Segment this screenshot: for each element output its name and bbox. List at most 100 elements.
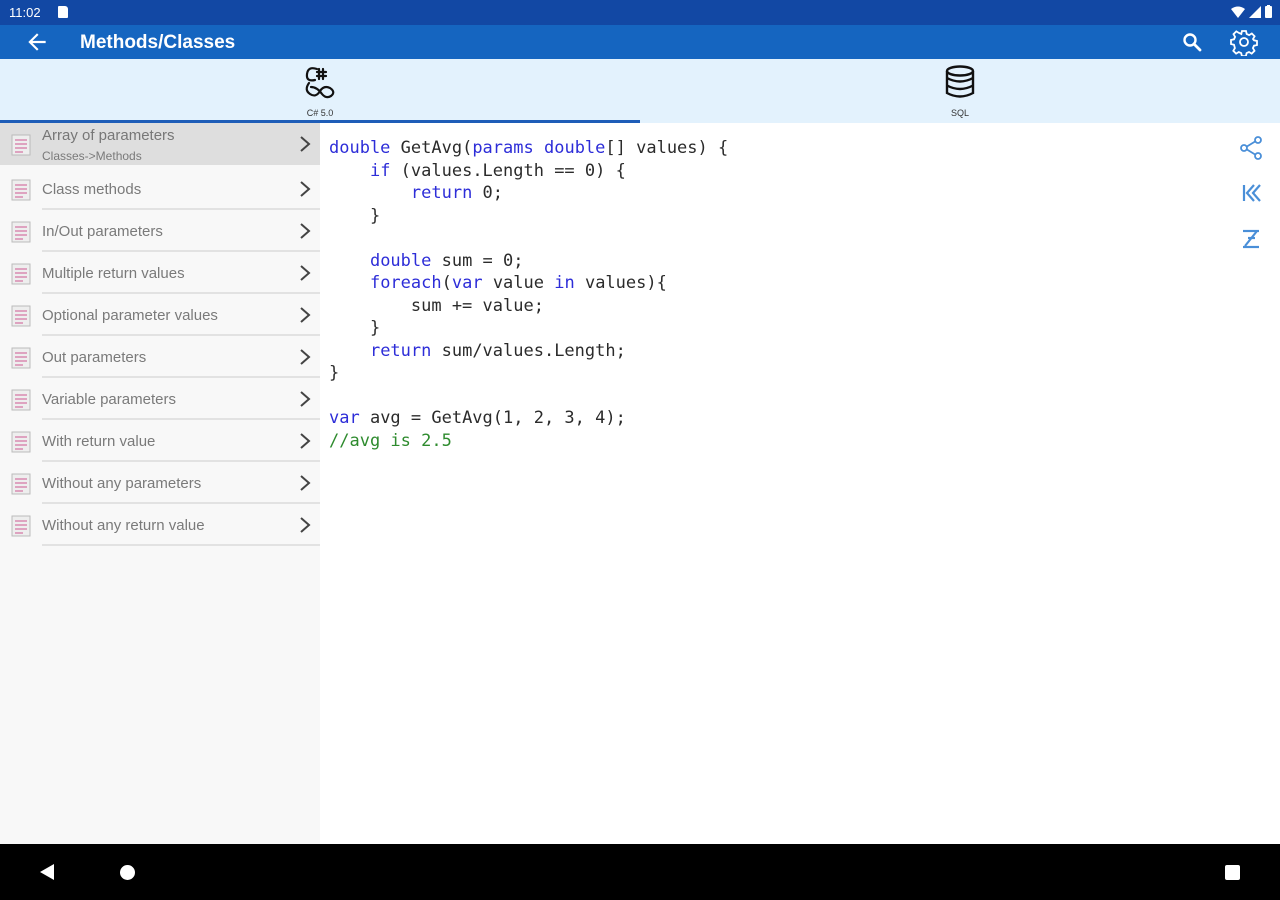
document-icon (11, 179, 31, 201)
code-token: value (482, 273, 555, 293)
document-icon (11, 305, 31, 327)
code-keyword: var (329, 408, 360, 428)
code-token: sum += value; (329, 295, 544, 316)
code-line: foreach(var value in values){ (329, 272, 728, 295)
last-page-icon[interactable] (1238, 225, 1264, 251)
code-keyword: foreach (369, 273, 442, 293)
code-line: double sum = 0; (329, 250, 728, 273)
app-bar: Methods/Classes (0, 25, 1280, 59)
back-arrow-icon[interactable] (24, 29, 50, 55)
code-token: } (329, 318, 381, 338)
code-token: values){ (574, 273, 667, 293)
code-keyword: double (329, 138, 391, 158)
chevron-right-icon (300, 181, 311, 197)
chevron-right-icon (300, 349, 311, 365)
code-line: //avg is 2.5 (329, 430, 728, 453)
code-line: double GetAvg(params double[] values) { (329, 137, 728, 160)
list-item-label: Array of parameters (42, 127, 175, 144)
chevron-right-icon (300, 136, 311, 152)
list-item-label: Without any return value (42, 517, 205, 534)
nav-recents-icon[interactable] (1225, 865, 1240, 880)
code-token: ( (441, 273, 452, 293)
code-keyword: double (543, 138, 606, 158)
code-comment: //avg is 2.5 (329, 430, 452, 451)
list-item-class-methods[interactable]: Class methods (0, 168, 320, 210)
language-tabs: C# 5.0 SQL (0, 59, 1280, 123)
code-block: double GetAvg(params double[] values) { … (329, 137, 728, 452)
csharp-icon (305, 67, 335, 99)
signal-icon (1249, 5, 1261, 18)
code-token: } (329, 205, 381, 226)
code-line: } (329, 317, 728, 340)
topic-list: Array of parameters Classes->Methods Cla… (0, 123, 320, 844)
list-item-variable-parameters[interactable]: Variable parameters (0, 378, 320, 420)
nav-home-icon[interactable] (120, 865, 135, 880)
list-item-label: Optional parameter values (42, 307, 218, 324)
list-item-multiple-return-values[interactable]: Multiple return values (0, 252, 320, 294)
code-keyword: if (369, 160, 391, 181)
status-bar: 11:02 (0, 0, 1280, 25)
list-item-label: Variable parameters (42, 391, 176, 408)
code-token: GetAvg( (390, 138, 473, 158)
divider (42, 544, 320, 546)
code-line: } (329, 205, 728, 228)
nav-back-icon[interactable] (38, 863, 56, 881)
code-line: } (329, 362, 728, 385)
chevron-right-icon (300, 391, 311, 407)
document-icon (11, 263, 31, 285)
list-item-optional-parameter-values[interactable]: Optional parameter values (0, 294, 320, 336)
list-item-in-out-parameters[interactable]: In/Out parameters (0, 210, 320, 252)
tab-label: SQL (950, 108, 969, 118)
document-icon (11, 473, 31, 495)
list-item-label: Out parameters (42, 349, 147, 366)
first-page-icon[interactable] (1238, 180, 1264, 206)
code-token: (values.Length == 0) { (390, 160, 626, 181)
list-item-label: Without any parameters (42, 475, 202, 492)
chevron-right-icon (300, 433, 311, 449)
chevron-right-icon (300, 475, 311, 491)
code-line: sum += value; (329, 295, 728, 318)
chevron-right-icon (300, 265, 311, 281)
code-token: [] values) { (605, 138, 729, 158)
code-token: sum = 0; (431, 250, 524, 271)
list-item-array-of-parameters[interactable]: Array of parameters Classes->Methods (0, 123, 320, 165)
chevron-right-icon (300, 223, 311, 239)
gear-icon[interactable] (1230, 28, 1258, 56)
code-keyword: double (369, 250, 432, 271)
tab-label: C# 5.0 (306, 108, 334, 118)
code-keyword: params (472, 138, 534, 158)
list-item-without-any-parameters[interactable]: Without any parameters (0, 462, 320, 504)
search-icon[interactable] (1180, 30, 1204, 54)
code-keyword: var (451, 273, 483, 293)
share-icon[interactable] (1238, 135, 1264, 161)
status-time: 11:02 (9, 5, 41, 20)
code-keyword: return (369, 340, 432, 361)
sd-card-icon (58, 6, 68, 18)
list-item-with-return-value[interactable]: With return value (0, 420, 320, 462)
wifi-icon (1231, 6, 1245, 18)
list-item-label: Multiple return values (42, 265, 185, 282)
tab-sql[interactable]: SQL (640, 59, 1280, 123)
document-icon (11, 389, 31, 411)
list-item-without-any-return-value[interactable]: Without any return value (0, 504, 320, 546)
code-keyword: return (410, 183, 473, 203)
document-icon (11, 221, 31, 243)
system-nav-bar (0, 844, 1280, 900)
document-icon (11, 347, 31, 369)
page-title: Methods/Classes (80, 32, 236, 53)
document-icon (11, 134, 31, 156)
list-item-label: Class methods (42, 181, 142, 198)
list-item-sublabel: Classes->Methods (42, 149, 142, 163)
code-token: } (329, 363, 340, 383)
tab-csharp[interactable]: C# 5.0 (0, 59, 640, 123)
code-token: sum/values.Length; (431, 340, 626, 361)
list-item-out-parameters[interactable]: Out parameters (0, 336, 320, 378)
